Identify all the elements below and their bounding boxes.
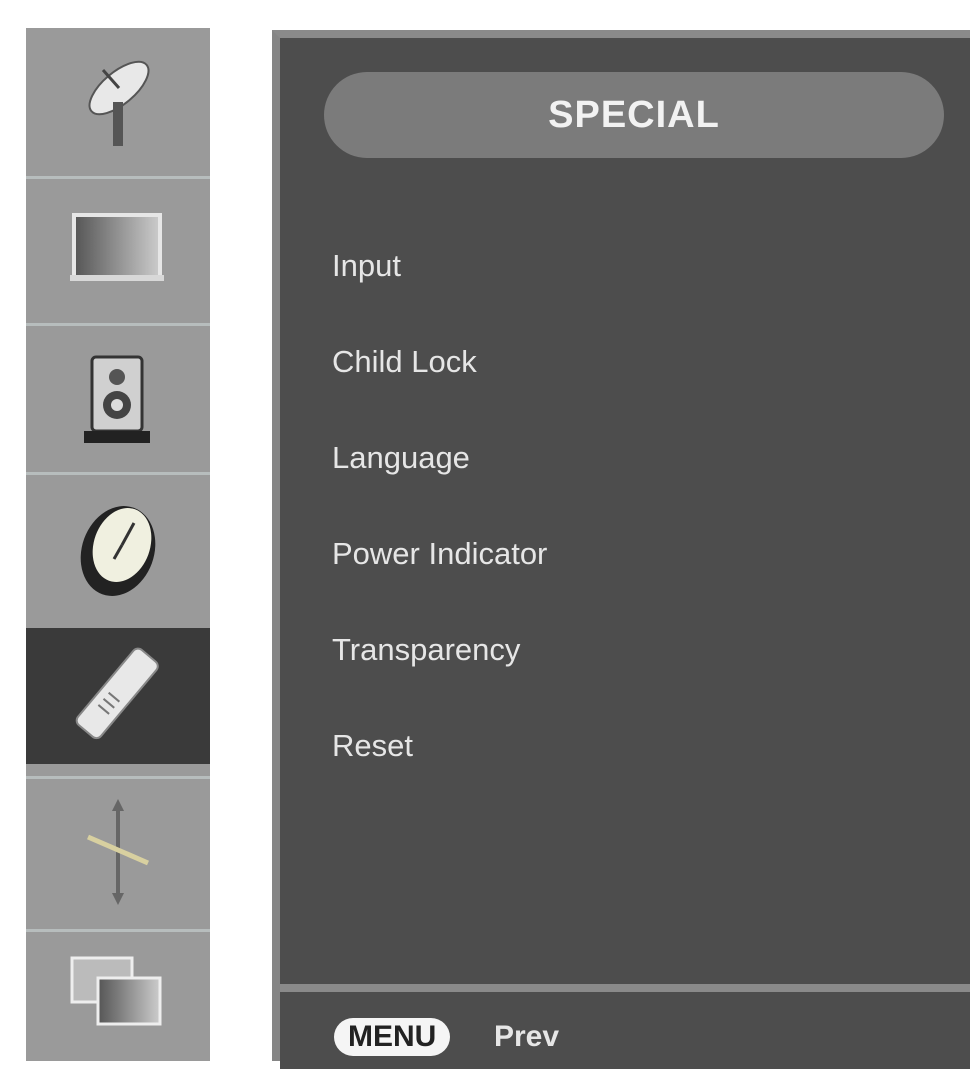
sidebar-item-sound[interactable]	[26, 326, 210, 472]
screen-window-icon	[68, 954, 168, 1039]
menu-item-reset[interactable]: Reset	[332, 698, 547, 794]
menu-key-button[interactable]: MENU	[334, 1018, 451, 1056]
sidebar-item-picture[interactable]	[26, 179, 210, 323]
picture-screen-icon	[70, 211, 166, 292]
satellite-dish-icon	[73, 50, 163, 155]
speaker-icon	[78, 347, 158, 452]
sidebar-item-screen[interactable]	[26, 932, 210, 1061]
menu-item-language[interactable]: Language	[332, 410, 547, 506]
page-title: SPECIAL	[548, 93, 720, 136]
sidebar-item-special[interactable]	[26, 628, 210, 764]
menu-item-transparency[interactable]: Transparency	[332, 602, 547, 698]
footer-bar: MENU Prev	[280, 984, 970, 1069]
osd-panel: SPECIAL Input Child Lock Language Power …	[272, 30, 970, 1069]
menu-item-input[interactable]: Input	[332, 218, 547, 314]
clock-icon	[68, 493, 168, 608]
menu-item-power-indicator[interactable]: Power Indicator	[332, 506, 547, 602]
prev-label: Prev	[494, 1020, 560, 1053]
menu-item-child-lock[interactable]: Child Lock	[332, 314, 547, 410]
sidebar-item-channel[interactable]	[26, 28, 210, 176]
remote-control-icon	[68, 639, 168, 754]
sidebar-item-time[interactable]	[26, 475, 210, 625]
sidebar	[26, 28, 210, 1061]
adjust-arrows-icon	[78, 797, 158, 912]
title-bar: SPECIAL	[324, 72, 944, 158]
menu-list: Input Child Lock Language Power Indicato…	[332, 218, 547, 794]
sidebar-item-setup[interactable]	[26, 779, 210, 929]
